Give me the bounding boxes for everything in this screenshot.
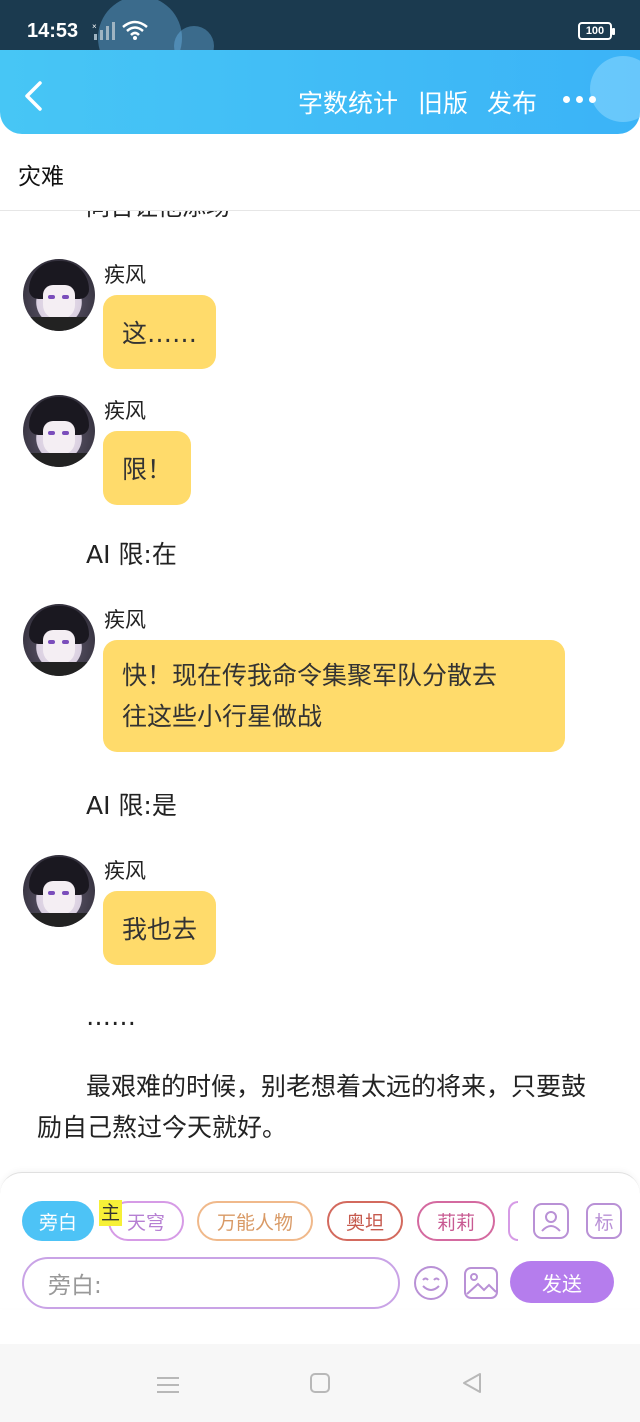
top-header: 字数统计 旧版 发布: [0, 50, 640, 134]
publish-button[interactable]: 发布: [487, 84, 537, 120]
word-count-button[interactable]: 字数统计: [298, 84, 398, 120]
role-chip-lili[interactable]: 莉莉: [417, 1201, 495, 1241]
back-arrow-icon[interactable]: [22, 80, 46, 112]
system-navbar: [0, 1344, 640, 1422]
avatar[interactable]: [23, 259, 95, 331]
role-chip-universal[interactable]: 万能人物: [197, 1201, 313, 1241]
wifi-icon: [122, 20, 148, 40]
document-title[interactable]: 灾难: [18, 157, 64, 191]
narration-paragraph[interactable]: 最艰难的时候，别老想着太远的将来，只要鼓励自己熬过今天就好。: [37, 1066, 607, 1148]
avatar[interactable]: [23, 604, 95, 676]
decor-bubble: [590, 56, 640, 122]
role-chip-narrator[interactable]: 旁白: [22, 1201, 94, 1241]
narration-text[interactable]: AI 限:在: [86, 535, 177, 571]
story-content[interactable]: 同台让他添场 疾风 这…… 疾风 限！ AI 限:在 疾风 快！现在传我命令集聚…: [0, 211, 640, 1171]
message-bubble[interactable]: 这……: [103, 295, 217, 369]
emoji-icon[interactable]: [412, 1264, 450, 1302]
narration-text[interactable]: ……: [86, 1002, 136, 1031]
narration-text[interactable]: AI 限:是: [86, 786, 177, 822]
sender-name: 疾风: [104, 263, 146, 287]
send-button[interactable]: 发送: [510, 1261, 614, 1303]
role-chip-partial[interactable]: [508, 1201, 518, 1241]
message-bubble[interactable]: 快！现在传我命令集聚军队分散去 往这些小行星做战: [103, 640, 565, 752]
more-options-icon[interactable]: [563, 96, 596, 103]
menu-icon[interactable]: [156, 1375, 180, 1395]
old-version-button[interactable]: 旧版: [418, 84, 468, 120]
message-line: 往这些小行星做战: [122, 702, 323, 731]
status-time: 14:53: [27, 20, 79, 42]
composer-panel: 旁白 天穹 主 万能人物 奥坦 莉莉 标 旁白: 发送: [0, 1172, 640, 1309]
nav-back-icon[interactable]: [460, 1371, 484, 1395]
role-chip-aotan[interactable]: 奥坦: [327, 1201, 403, 1241]
signal-icon: ×: [92, 22, 115, 40]
main-role-badge: 主: [99, 1200, 123, 1226]
message-line: 快！现在传我命令集聚军队分散去: [122, 661, 498, 690]
svg-text:×: ×: [92, 22, 97, 31]
sender-name: 疾风: [104, 608, 146, 632]
mark-button[interactable]: 标: [586, 1203, 622, 1239]
person-icon: [541, 1211, 561, 1232]
sender-name: 疾风: [104, 399, 146, 423]
partial-text: 同台让他添场: [86, 211, 230, 222]
avatar[interactable]: [23, 395, 95, 467]
image-icon[interactable]: [462, 1264, 500, 1302]
sender-name: 疾风: [104, 859, 146, 883]
message-bubble[interactable]: 我也去: [103, 891, 217, 965]
battery-level: 100: [585, 25, 605, 37]
message-bubble[interactable]: 限！: [103, 431, 192, 505]
add-role-icon[interactable]: [533, 1203, 569, 1239]
status-bar: 14:53 × 100: [0, 0, 640, 80]
battery-icon: 100: [578, 22, 615, 40]
message-input[interactable]: 旁白:: [22, 1257, 400, 1309]
avatar[interactable]: [23, 855, 95, 927]
home-icon[interactable]: [309, 1372, 331, 1394]
